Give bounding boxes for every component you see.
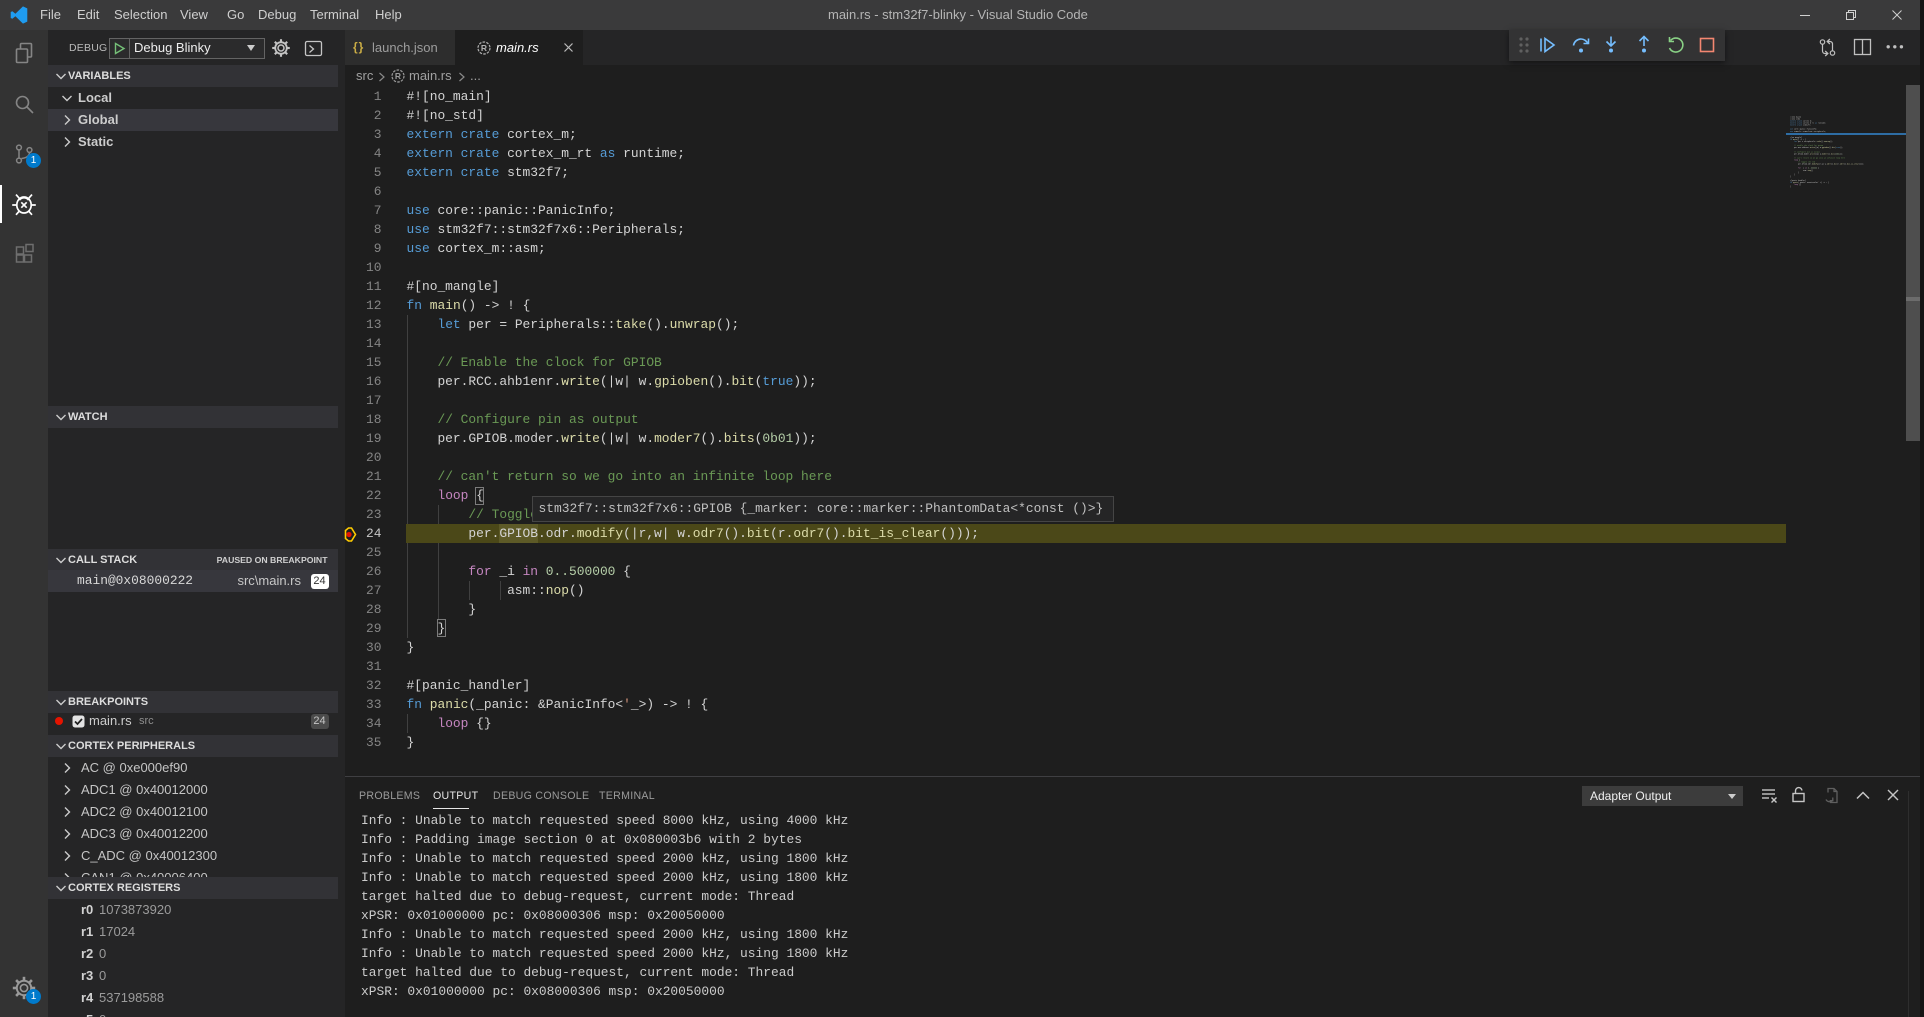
svg-text:R: R [481,43,487,53]
svg-text:R: R [395,71,401,81]
